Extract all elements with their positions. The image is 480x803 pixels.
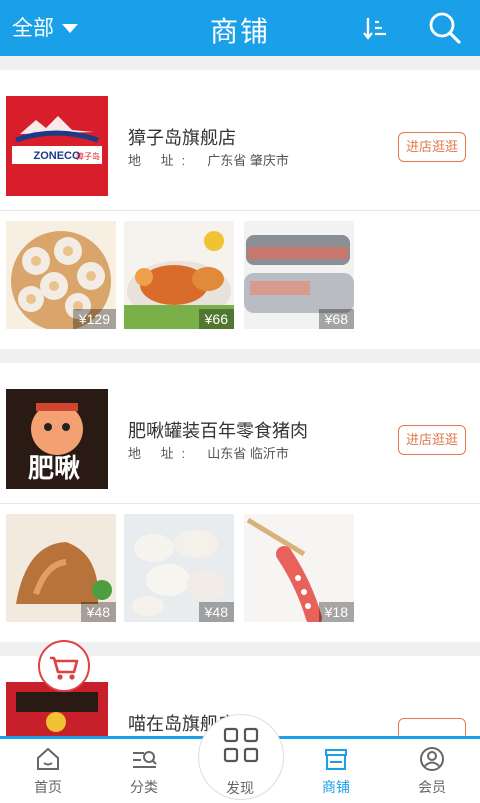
product-thumbnail[interactable]: ¥18 [244, 514, 354, 622]
cart-icon [50, 656, 79, 680]
sort-icon[interactable] [362, 14, 390, 42]
nav-discover-label: 发现 [226, 780, 254, 796]
nav-home-label: 首页 [34, 779, 62, 795]
store-logo: 肥啾 [6, 389, 108, 489]
address-label: 地 址: [128, 153, 194, 168]
store-card: ZONECO 獐子岛 獐子岛旗舰店 地 址: 广东省 肇庆市 进店逛逛 ¥129… [0, 70, 480, 349]
category-icon [133, 751, 157, 768]
product-thumbnail[interactable]: ¥48 [6, 514, 116, 622]
grid-icon [223, 727, 259, 763]
svg-text:肥啾: 肥啾 [28, 454, 80, 484]
product-thumbnail[interactable]: ¥48 [124, 514, 234, 622]
store-logo: ZONECO 獐子岛 [6, 96, 108, 196]
store-products: ¥129 ¥66 ¥68 [0, 211, 480, 349]
nav-store-label: 商铺 [322, 779, 350, 795]
nav-category-label: 分类 [130, 779, 158, 795]
product-price: ¥18 [318, 602, 354, 622]
svg-text:獐子岛: 獐子岛 [76, 151, 100, 161]
product-thumbnail[interactable]: ¥68 [244, 221, 354, 329]
address-value: 广东省 肇庆市 [207, 153, 289, 168]
top-bar: 全部 商铺 [0, 0, 480, 56]
product-price: ¥48 [198, 602, 234, 622]
store-list[interactable]: ZONECO 獐子岛 獐子岛旗舰店 地 址: 广东省 肇庆市 进店逛逛 ¥129… [0, 56, 480, 736]
nav-member-label: 会员 [418, 779, 446, 795]
product-thumbnail[interactable]: ¥66 [124, 221, 234, 329]
store-card: 肥啾 肥啾罐装百年零食猪肉 地 址: 山东省 临沂市 进店逛逛 ¥48 ¥48 … [0, 363, 480, 642]
address-value: 山东省 临沂市 [207, 446, 289, 461]
visit-store-button[interactable] [398, 718, 466, 736]
search-icon[interactable] [428, 11, 462, 45]
product-thumbnail[interactable]: ¥129 [6, 221, 116, 329]
store-name: 獐子岛旗舰店 [128, 128, 236, 148]
product-price: ¥66 [198, 309, 234, 329]
floating-cart-button[interactable] [38, 640, 90, 692]
store-address: 地 址: 广东省 肇庆市 [128, 150, 289, 169]
nav-category[interactable]: 分类 [104, 745, 184, 797]
member-icon [420, 747, 444, 771]
visit-store-button[interactable]: 进店逛逛 [398, 132, 466, 162]
svg-text:ZONECO: ZONECO [33, 150, 81, 162]
nav-member[interactable]: 会员 [392, 745, 472, 797]
nav-home[interactable]: 首页 [8, 745, 88, 797]
visit-store-button[interactable]: 进店逛逛 [398, 425, 466, 455]
product-price: ¥48 [80, 602, 116, 622]
product-price: ¥68 [318, 309, 354, 329]
address-label: 地 址: [128, 446, 194, 461]
store-header[interactable]: ZONECO 獐子岛 獐子岛旗舰店 地 址: 广东省 肇庆市 进店逛逛 [0, 70, 480, 211]
store-products: ¥48 ¥48 ¥18 [0, 504, 480, 642]
page-title: 商铺 [209, 16, 270, 47]
store-icon [325, 749, 347, 770]
home-icon [37, 747, 59, 770]
product-price: ¥129 [72, 309, 116, 329]
nav-store[interactable]: 商铺 [296, 745, 376, 797]
store-header[interactable]: 肥啾 肥啾罐装百年零食猪肉 地 址: 山东省 临沂市 进店逛逛 [0, 363, 480, 504]
store-name: 肥啾罐装百年零食猪肉 [128, 421, 308, 441]
store-address: 地 址: 山东省 临沂市 [128, 443, 289, 462]
